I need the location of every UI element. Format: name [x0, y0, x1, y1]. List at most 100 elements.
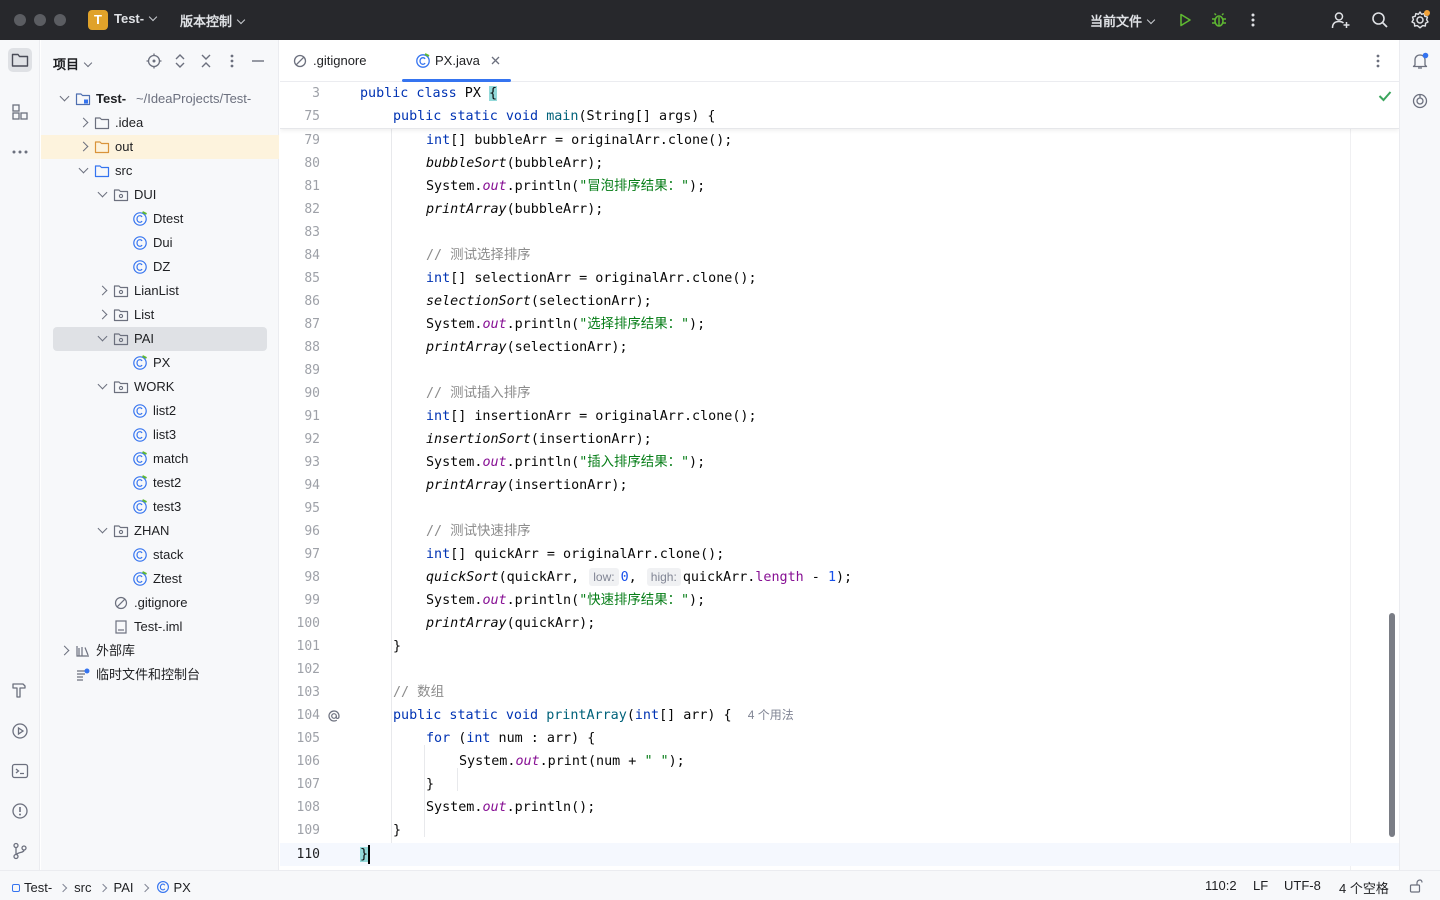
terminal-icon[interactable] [8, 759, 32, 783]
tree-item-pai[interactable]: PAI [53, 327, 267, 351]
chevron-down-icon[interactable] [97, 183, 109, 207]
zoom-window-button[interactable] [54, 14, 66, 26]
tree-item-[interactable]: 外部库 [41, 639, 279, 663]
more-actions-icon[interactable] [1242, 9, 1264, 31]
override-at-icon[interactable] [327, 709, 341, 723]
build-hammer-icon[interactable] [8, 678, 32, 702]
tree-item-label: stack [153, 547, 184, 562]
tab-options-icon[interactable] [1376, 54, 1380, 71]
tree-item-test[interactable]: Test- ~/IdeaProjects/Test- [41, 87, 279, 111]
line-separator[interactable]: LF [1253, 878, 1268, 893]
project-panel-title[interactable]: 项目 [53, 54, 93, 73]
run-config-selector[interactable]: 当前文件 [1090, 11, 1156, 30]
tree-item-test2[interactable]: test2 [41, 471, 279, 495]
tree-item-px[interactable]: PX [41, 351, 279, 375]
runnable-class-icon [133, 211, 147, 226]
line-number: 81 [304, 179, 320, 194]
tree-item-list3[interactable]: list3 [41, 423, 279, 447]
structure-icon[interactable] [8, 100, 32, 124]
services-run-icon[interactable] [8, 719, 32, 743]
breadcrumb-item[interactable]: Test- [24, 880, 52, 895]
line-number: 110 [296, 847, 320, 862]
problems-icon[interactable] [8, 799, 32, 823]
settings-gear-icon[interactable] [1409, 9, 1431, 31]
code-line: System.out.println("冒泡排序结果："); [426, 179, 706, 194]
project-panel: 项目 Test- ~/IdeaProjects/Test- .idea out src D… [41, 40, 279, 870]
chevron-down-icon[interactable] [97, 375, 109, 399]
vcs-menu[interactable]: 版本控制 [180, 11, 246, 30]
indent-setting[interactable]: 4 个空格 [1339, 878, 1389, 897]
tree-item-zhan[interactable]: ZHAN [41, 519, 279, 543]
ai-assistant-icon[interactable] [1408, 89, 1432, 113]
notifications-bell-icon[interactable] [1408, 49, 1432, 73]
tree-item-dui[interactable]: DUI [41, 183, 279, 207]
expand-all-icon[interactable] [171, 52, 189, 70]
code-editor[interactable]: 79 int[] bubbleArr = originalArr.clone()… [280, 82, 1399, 870]
tree-item-dz[interactable]: DZ [41, 255, 279, 279]
title-bar: T Test- 版本控制 当前文件 [0, 0, 1440, 40]
sticky-scroll-header[interactable]: 3 public class PX { 75 public static voi… [280, 82, 1399, 129]
run-icon[interactable] [1174, 9, 1196, 31]
chevron-down-icon [1146, 15, 1156, 25]
no-problems-check-icon[interactable] [1378, 90, 1392, 105]
chevron-right-icon[interactable] [59, 639, 71, 663]
chevron-right-icon[interactable] [97, 303, 109, 327]
tab-gitignore[interactable]: .gitignore [292, 40, 392, 82]
tree-item-label: Test-.iml [134, 619, 183, 634]
tree-item-list[interactable]: List [41, 303, 279, 327]
unlock-icon[interactable] [1409, 879, 1423, 896]
chevron-right-icon[interactable] [78, 135, 90, 159]
collapse-all-icon[interactable] [197, 52, 215, 70]
caret-position[interactable]: 110:2 [1205, 878, 1237, 893]
tree-item-src[interactable]: src [41, 159, 279, 183]
close-tab-icon[interactable] [491, 56, 500, 65]
module-icon [12, 884, 20, 892]
project-switcher[interactable]: Test- [114, 11, 158, 26]
project-folder-icon[interactable] [8, 48, 32, 72]
tree-item-list2[interactable]: list2 [41, 399, 279, 423]
chevron-down-icon[interactable] [97, 327, 109, 351]
add-user-icon[interactable] [1330, 9, 1352, 31]
git-branch-icon[interactable] [8, 839, 32, 863]
project-badge[interactable]: T [88, 10, 108, 30]
breadcrumb-item[interactable]: PX [174, 880, 191, 895]
panel-options-icon[interactable] [223, 52, 241, 70]
tab-px-java[interactable]: PX.java [402, 40, 511, 82]
usages-hint[interactable]: 4 个用法 [748, 708, 794, 722]
chevron-right-icon[interactable] [97, 279, 109, 303]
file-encoding[interactable]: UTF-8 [1284, 878, 1321, 893]
tree-item-work[interactable]: WORK [41, 375, 279, 399]
tree-item-idea[interactable]: .idea [41, 111, 279, 135]
tree-item-label: out [115, 139, 134, 154]
debug-icon[interactable] [1208, 9, 1230, 31]
chevron-down-icon[interactable] [59, 87, 71, 111]
tree-item-dui[interactable]: Dui [41, 231, 279, 255]
search-icon[interactable] [1369, 9, 1391, 31]
tree-item-stack[interactable]: stack [41, 543, 279, 567]
tree-item-ztest[interactable]: Ztest [41, 567, 279, 591]
chevron-down-icon[interactable] [78, 159, 90, 183]
close-window-button[interactable] [14, 14, 26, 26]
locate-file-icon[interactable] [145, 52, 163, 70]
line-number: 75 [304, 109, 320, 124]
vertical-scrollbar-thumb[interactable] [1389, 613, 1395, 837]
more-tools-icon[interactable] [8, 140, 32, 164]
line-number: 89 [304, 363, 320, 378]
tree-item-test-iml[interactable]: Test-.iml [41, 615, 279, 639]
tree-item-test3[interactable]: test3 [41, 495, 279, 519]
hide-panel-icon[interactable] [249, 52, 267, 70]
tree-item-lianlist[interactable]: LianList [41, 279, 279, 303]
runnable-class-icon [133, 475, 147, 490]
breadcrumb-item[interactable]: src [74, 880, 91, 895]
code-line: insertionSort(insertionArr); [426, 432, 652, 447]
tree-item-match[interactable]: match [41, 447, 279, 471]
breadcrumb-item[interactable]: PAI [114, 880, 134, 895]
minimize-window-button[interactable] [34, 14, 46, 26]
tree-item-dtest[interactable]: Dtest [41, 207, 279, 231]
tree-item-gitignore[interactable]: .gitignore [41, 591, 279, 615]
tree-item-out[interactable]: out [41, 135, 279, 159]
chevron-right-icon[interactable] [78, 111, 90, 135]
tree-item-label: PX [153, 355, 171, 370]
tree-item-[interactable]: 临时文件和控制台 [41, 663, 279, 687]
chevron-down-icon[interactable] [97, 519, 109, 543]
